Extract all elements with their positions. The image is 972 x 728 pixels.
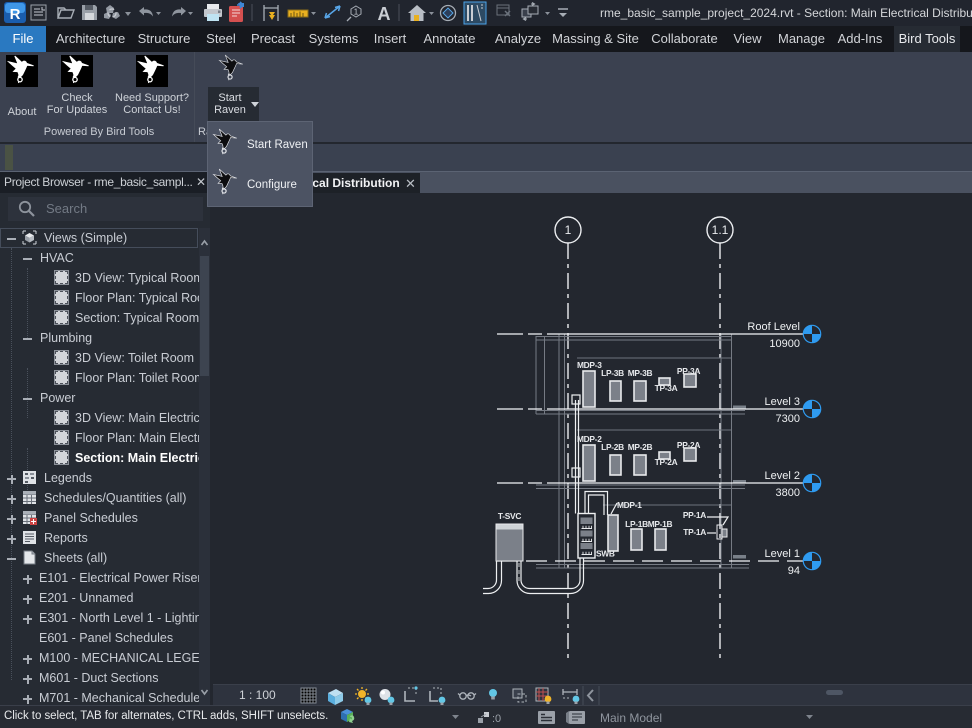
svg-text:Level 2: Level 2 [765, 470, 800, 482]
svg-text:LP-1B: LP-1B [625, 519, 648, 529]
svg-text:T-SVC: T-SVC [498, 511, 521, 521]
svg-text:1: 1 [565, 223, 572, 237]
svg-text:PP-1A: PP-1A [683, 510, 706, 520]
svg-text:TP-1A: TP-1A [683, 527, 706, 537]
svg-text::0: :0 [492, 713, 501, 725]
svg-text:MP-2B: MP-2B [628, 442, 653, 452]
svg-text:A: A [378, 4, 391, 24]
svg-text:MDP-1: MDP-1 [617, 500, 642, 510]
svg-text:TP-3A: TP-3A [655, 383, 678, 393]
svg-text:Level 1: Level 1 [765, 548, 800, 560]
svg-text:Roof Level: Roof Level [747, 321, 800, 333]
svg-text:Level 3: Level 3 [765, 396, 800, 408]
svg-text:TP-2A: TP-2A [655, 457, 678, 467]
svg-text:MDP-2: MDP-2 [577, 434, 602, 444]
svg-text:PP-3A: PP-3A [677, 366, 700, 376]
svg-text:R: R [10, 6, 21, 23]
svg-text:7300: 7300 [776, 413, 800, 425]
svg-text:PP-2A: PP-2A [677, 440, 700, 450]
svg-text:94: 94 [788, 565, 800, 577]
svg-text:MDP-3: MDP-3 [577, 360, 602, 370]
svg-text:SWB: SWB [596, 549, 615, 559]
svg-text:MP-1B: MP-1B [648, 519, 673, 529]
svg-text:10900: 10900 [769, 338, 800, 350]
svg-text:1.1: 1.1 [712, 223, 729, 237]
svg-text:LP-3B: LP-3B [601, 368, 624, 378]
svg-text:1: 1 [354, 8, 359, 17]
svg-text:MP-3B: MP-3B [628, 368, 653, 378]
svg-text:3800: 3800 [776, 487, 800, 499]
svg-text:LP-2B: LP-2B [601, 442, 624, 452]
